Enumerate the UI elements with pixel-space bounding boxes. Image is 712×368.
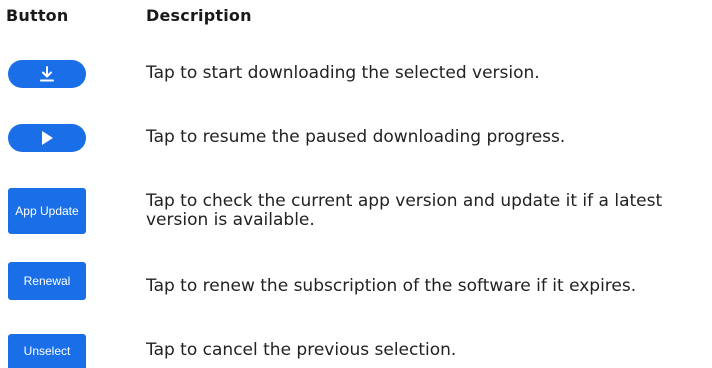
renewal-button[interactable]: Renewal xyxy=(8,262,86,300)
app-update-description: Tap to check the current app version and… xyxy=(146,191,663,230)
resume-description: Tap to resume the paused downloading pro… xyxy=(146,127,566,147)
description-column-header: Description xyxy=(146,6,252,25)
unselect-description: Tap to cancel the previous selection. xyxy=(146,340,457,360)
unselect-button[interactable]: Unselect xyxy=(8,334,86,368)
download-button[interactable] xyxy=(8,60,86,88)
renewal-description: Tap to renew the subscription of the sof… xyxy=(146,276,637,296)
play-icon xyxy=(40,130,54,146)
button-column-header: Button xyxy=(6,6,69,25)
download-icon xyxy=(38,65,56,83)
download-description: Tap to start downloading the selected ve… xyxy=(146,63,540,83)
resume-button[interactable] xyxy=(8,124,86,152)
app-update-button[interactable]: App Update xyxy=(8,188,86,234)
